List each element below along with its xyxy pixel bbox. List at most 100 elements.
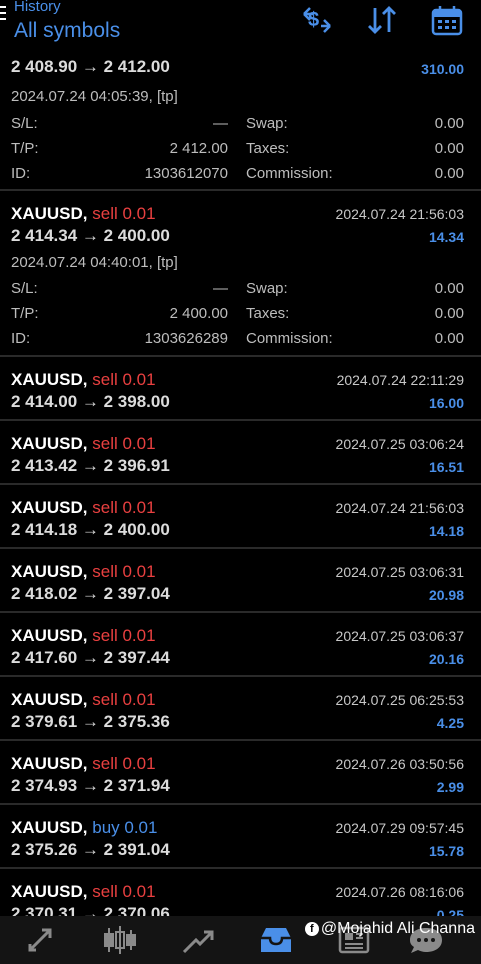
trade-prices: 2 414.34 → 2 400.00 — [11, 226, 170, 245]
history-list: 2 408.90 → 2 412.00 310.00 2024.07.24 04… — [0, 52, 481, 931]
trade-profit: 2.99 — [436, 779, 464, 795]
tp-label: T/P: — [11, 140, 39, 157]
trade-date: 2024.07.24 21:56:03 — [335, 500, 464, 516]
trade-item[interactable]: XAUUSD, sell 0.01 2024.07.25 03:06:24 2 … — [0, 421, 481, 485]
trade-prices: 2 375.26 → 2 391.04 — [11, 840, 170, 859]
id-label: ID: — [11, 165, 31, 182]
trade-profit: 16.00 — [428, 395, 464, 411]
trade-profit: 310.00 — [421, 61, 464, 77]
trade-symbol: XAUUSD, buy 0.01 — [11, 818, 158, 837]
sl-label: S/L: — [11, 280, 38, 297]
header-title[interactable]: All symbols — [14, 19, 120, 43]
trade-item-expanded[interactable]: 2 408.90 → 2 412.00 310.00 2024.07.24 04… — [0, 52, 481, 191]
trade-prices: 2 379.61 → 2 375.36 — [11, 712, 170, 731]
commission-value: 0.00 — [434, 330, 464, 347]
trade-date: 2024.07.25 03:06:37 — [335, 628, 464, 644]
facebook-icon: f — [304, 922, 319, 936]
trade-direction: sell 0.01 — [92, 434, 156, 453]
taxes-value: 0.00 — [434, 305, 464, 322]
swap-label: Swap: — [246, 115, 288, 132]
sort-icon[interactable] — [365, 4, 399, 36]
trade-item[interactable]: XAUUSD, buy 0.01 2024.07.29 09:57:45 2 3… — [0, 805, 481, 869]
trade-prices: 2 418.02 → 2 397.04 — [11, 584, 170, 603]
trade-symbol: XAUUSD, sell 0.01 — [11, 882, 156, 901]
open-time: 2024.07.24 04:05:39, [tp] — [11, 88, 178, 105]
trade-date: 2024.07.25 03:06:31 — [335, 564, 464, 580]
trade-date: 2024.07.26 08:16:06 — [335, 884, 464, 900]
trade-direction: sell 0.01 — [92, 626, 156, 645]
trade-symbol: XAUUSD, sell 0.01 — [11, 626, 156, 645]
id-value: 1303612070 — [144, 165, 228, 182]
id-label: ID: — [11, 330, 31, 347]
commission-value: 0.00 — [434, 165, 464, 182]
sl-label: S/L: — [11, 115, 38, 132]
tp-value: 2 412.00 — [169, 140, 228, 157]
trade-profit: 16.51 — [428, 459, 464, 475]
tp-value: 2 400.00 — [169, 305, 228, 322]
trade-prices: 2 417.60 → 2 397.44 — [11, 648, 170, 667]
trade-prices: 2 414.18 → 2 400.00 — [11, 520, 170, 539]
trade-direction: sell 0.01 — [92, 882, 156, 901]
trade-profit: 20.16 — [428, 651, 464, 667]
trade-direction: sell 0.01 — [92, 204, 156, 223]
chart-icon[interactable] — [100, 924, 140, 956]
trade-prices: 2 374.93 → 2 371.94 — [11, 776, 170, 795]
trade-date: 2024.07.24 22:11:29 — [336, 372, 464, 388]
taxes-label: Taxes: — [246, 305, 290, 322]
commission-label: Commission: — [246, 330, 333, 347]
watermark: f @Mojahid Ali Channa — [304, 920, 475, 938]
trade-direction: sell 0.01 — [92, 562, 156, 581]
trade-profit: 15.78 — [428, 843, 464, 859]
sl-value: — — [213, 115, 228, 132]
taxes-label: Taxes: — [246, 140, 290, 157]
taxes-value: 0.00 — [434, 140, 464, 157]
trade-direction: sell 0.01 — [92, 690, 156, 709]
menu-icon[interactable] — [0, 6, 8, 24]
quotes-icon[interactable] — [22, 924, 62, 956]
trade-direction: buy 0.01 — [92, 818, 158, 837]
trade-profit: 4.25 — [436, 715, 464, 731]
calendar-icon[interactable] — [430, 4, 464, 36]
trade-profit: 14.34 — [428, 229, 464, 245]
trade-direction: sell 0.01 — [92, 498, 156, 517]
trade-symbol: XAUUSD, sell 0.01 — [11, 498, 156, 517]
trade-symbol: XAUUSD, sell 0.01 — [11, 690, 156, 709]
trade-item[interactable]: XAUUSD, sell 0.01 2024.07.24 21:56:03 2 … — [0, 485, 481, 549]
trade-direction: sell 0.01 — [92, 754, 156, 773]
tp-label: T/P: — [11, 305, 39, 322]
history-icon[interactable] — [256, 924, 296, 956]
trade-profit: 14.18 — [428, 523, 464, 539]
trade-item[interactable]: XAUUSD, sell 0.01 2024.07.25 03:06:31 2 … — [0, 549, 481, 613]
swap-value: 0.00 — [434, 280, 464, 297]
trade-prices: 2 408.90 → 2 412.00 — [11, 57, 170, 76]
trade-date: 2024.07.25 06:25:53 — [335, 692, 464, 708]
trade-prices: 2 413.42 → 2 396.91 — [11, 456, 170, 475]
trade-date: 2024.07.25 03:06:24 — [335, 436, 464, 452]
trade-item[interactable]: XAUUSD, sell 0.01 2024.07.25 03:06:37 2 … — [0, 613, 481, 677]
header: History All symbols $ — [0, 0, 481, 52]
open-time: 2024.07.24 04:40:01, [tp] — [11, 254, 178, 271]
id-value: 1303626289 — [144, 330, 228, 347]
sl-value: — — [213, 280, 228, 297]
trade-item[interactable]: XAUUSD, sell 0.01 2024.07.25 06:25:53 2 … — [0, 677, 481, 741]
trade-item[interactable]: XAUUSD, sell 0.01 2024.07.24 22:11:29 2 … — [0, 357, 481, 421]
trade-symbol: XAUUSD, sell 0.01 — [11, 370, 156, 389]
trade-date: 2024.07.29 09:57:45 — [335, 820, 464, 836]
trade-profit: 20.98 — [428, 587, 464, 603]
currency-filter-icon[interactable]: $ — [300, 4, 334, 36]
trade-symbol: XAUUSD, sell 0.01 — [11, 562, 156, 581]
trade-item[interactable]: XAUUSD, sell 0.01 2024.07.26 03:50:56 2 … — [0, 741, 481, 805]
trade-date: 2024.07.26 03:50:56 — [335, 756, 464, 772]
trade-item-expanded[interactable]: XAUUSD, sell 0.01 2024.07.24 21:56:03 2 … — [0, 191, 481, 357]
swap-label: Swap: — [246, 280, 288, 297]
trade-close-time: 2024.07.24 21:56:03 — [335, 206, 464, 222]
trade-direction: sell 0.01 — [92, 370, 156, 389]
trade-symbol: XAUUSD, sell 0.01 — [11, 434, 156, 453]
trade-symbol: XAUUSD, sell 0.01 — [11, 204, 156, 223]
swap-value: 0.00 — [434, 115, 464, 132]
header-subtitle: History — [14, 0, 61, 15]
trade-icon[interactable] — [178, 924, 218, 956]
trade-symbol: XAUUSD, sell 0.01 — [11, 754, 156, 773]
trade-prices: 2 414.00 → 2 398.00 — [11, 392, 170, 411]
commission-label: Commission: — [246, 165, 333, 182]
